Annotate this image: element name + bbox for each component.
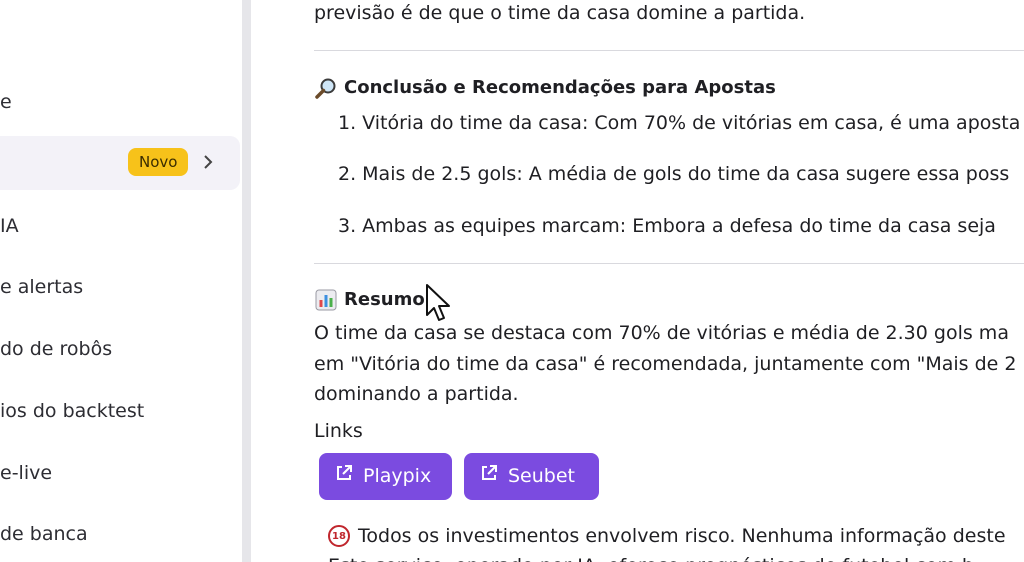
summary-line: dominando a partida. bbox=[314, 383, 519, 405]
recommendation-item: 3. Ambas as equipes marcam: Embora a def… bbox=[338, 215, 996, 237]
disclaimer-line: Este serviço, operado por IA, oferece pr… bbox=[328, 554, 974, 562]
chevron-right-icon bbox=[200, 150, 216, 174]
new-badge: Novo bbox=[128, 148, 189, 176]
sidebar-item-backtest[interactable]: ios do backtest bbox=[0, 384, 240, 438]
seubet-link-button[interactable]: Seubet bbox=[464, 453, 599, 500]
sidebar-item-label: e alertas bbox=[0, 276, 84, 298]
age-restriction-icon: 18 bbox=[328, 525, 350, 548]
sidebar-divider bbox=[242, 0, 251, 562]
sidebar-item-label: do de robôs bbox=[0, 338, 113, 360]
sidebar-item-label: e-live bbox=[0, 462, 53, 484]
sidebar: e Novo IA e alertas do de robôs ios do b… bbox=[0, 0, 242, 562]
external-link-icon bbox=[480, 464, 498, 489]
recommendation-item: 1. Vitória do time da casa: Com 70% de v… bbox=[338, 112, 1021, 134]
conclusion-heading-text: Conclusão e Recomendações para Apostas bbox=[344, 77, 776, 99]
sidebar-item-banca[interactable]: de banca bbox=[0, 507, 240, 561]
summary-heading: Resumo bbox=[314, 288, 425, 312]
sidebar-item-live[interactable]: e-live bbox=[0, 446, 240, 500]
summary-heading-text: Resumo bbox=[344, 289, 425, 311]
sidebar-item-label: ios do backtest bbox=[0, 400, 145, 422]
sidebar-item-label: IA bbox=[0, 215, 19, 237]
sidebar-item-label: de banca bbox=[0, 523, 88, 545]
sidebar-item-0[interactable]: e bbox=[0, 75, 240, 129]
sidebar-item-alertas[interactable]: e alertas bbox=[0, 260, 240, 314]
external-link-icon bbox=[335, 464, 353, 489]
playpix-link-label: Playpix bbox=[363, 465, 432, 488]
sidebar-item-novo[interactable]: Novo bbox=[0, 136, 240, 190]
disclaimer-text: Todos os investimentos envolvem risco. N… bbox=[358, 525, 1006, 547]
seubet-link-label: Seubet bbox=[508, 465, 575, 488]
divider bbox=[314, 263, 1024, 264]
conclusion-heading: Conclusão e Recomendações para Apostas bbox=[314, 76, 776, 100]
summary-line: O time da casa se destaca com 70% de vit… bbox=[314, 322, 1009, 344]
divider bbox=[314, 50, 1024, 51]
sidebar-item-robos[interactable]: do de robôs bbox=[0, 322, 240, 376]
sidebar-item-ia[interactable]: IA bbox=[0, 199, 240, 253]
prediction-text: previsão é de que o time da casa domine … bbox=[314, 2, 806, 24]
main-content: previsão é de que o time da casa domine … bbox=[314, 0, 1024, 562]
links-label: Links bbox=[314, 420, 363, 442]
magnifier-icon bbox=[314, 76, 338, 100]
playpix-link-button[interactable]: Playpix bbox=[319, 453, 452, 500]
bar-chart-icon bbox=[314, 288, 338, 312]
disclaimer-line: 18 Todos os investimentos envolvem risco… bbox=[328, 524, 1006, 549]
recommendation-item: 2. Mais de 2.5 gols: A média de gols do … bbox=[338, 163, 1010, 185]
summary-line: em "Vitória do time da casa" é recomenda… bbox=[314, 353, 1017, 375]
sidebar-item-label: e bbox=[0, 91, 12, 113]
mouse-cursor-icon bbox=[424, 283, 454, 323]
